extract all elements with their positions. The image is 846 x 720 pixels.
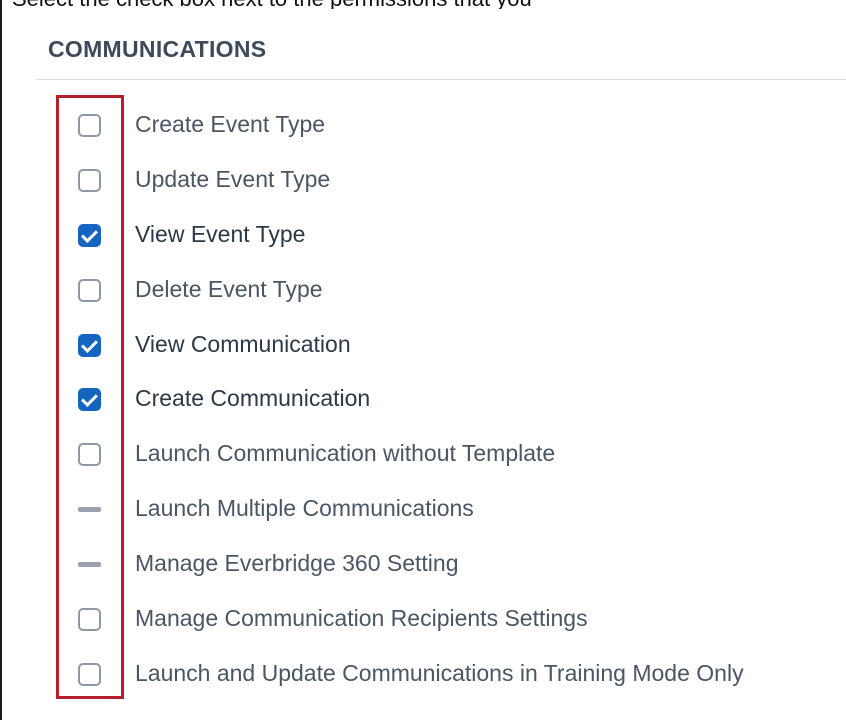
checkbox-column-highlight xyxy=(56,95,124,699)
permission-label: Launch and Update Communications in Trai… xyxy=(135,659,744,686)
permission-row-update-event-type[interactable]: Update Event Type xyxy=(2,153,846,208)
permission-label: Create Communication xyxy=(135,385,371,412)
permission-label: Create Event Type xyxy=(135,111,326,137)
permissions-panel: Select the check box next to the permiss… xyxy=(0,0,846,720)
permission-label: View Communication xyxy=(135,330,351,357)
permission-row-launch-without-template[interactable]: Launch Communication without Template xyxy=(2,427,846,482)
instruction-text-clipped: Select the check box next to the permiss… xyxy=(2,0,846,9)
permission-row-training-mode[interactable]: Launch and Update Communications in Trai… xyxy=(2,647,846,702)
permission-row-create-event-type[interactable]: Create Event Type xyxy=(2,98,846,153)
permission-row-delete-event-type[interactable]: Delete Event Type xyxy=(2,263,846,318)
permission-label: Delete Event Type xyxy=(135,275,323,302)
permission-row-recipients-settings[interactable]: Manage Communication Recipients Settings xyxy=(2,592,846,647)
permission-row-everbridge-360[interactable]: Manage Everbridge 360 Setting xyxy=(2,537,846,592)
permission-list: Create Event Type Update Event Type View… xyxy=(2,98,846,702)
permission-label: Update Event Type xyxy=(135,165,331,192)
permission-label: Manage Communication Recipients Settings xyxy=(135,605,588,632)
permission-label: Manage Everbridge 360 Setting xyxy=(135,550,459,577)
permission-row-view-event-type[interactable]: View Event Type xyxy=(2,208,846,263)
permission-row-view-communication[interactable]: View Communication xyxy=(2,318,846,373)
section-divider xyxy=(36,79,846,80)
permission-label: Launch Communication without Template xyxy=(135,440,556,467)
permission-label: View Event Type xyxy=(135,220,306,247)
permission-row-launch-multiple[interactable]: Launch Multiple Communications xyxy=(2,482,846,537)
permission-label: Launch Multiple Communications xyxy=(135,495,474,522)
instruction-text: Select the check box next to the permiss… xyxy=(12,0,532,9)
section-title: COMMUNICATIONS xyxy=(48,36,267,62)
permission-row-create-communication[interactable]: Create Communication xyxy=(2,372,846,427)
